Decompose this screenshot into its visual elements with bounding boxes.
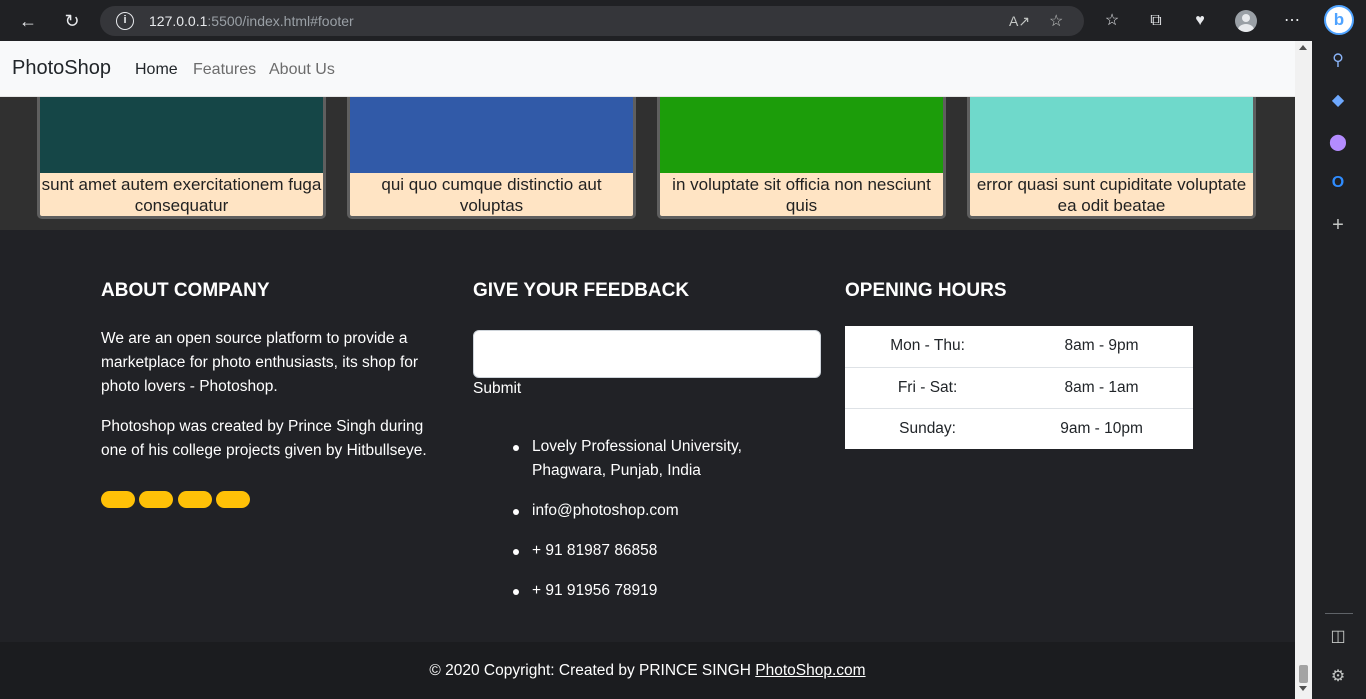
card-row: sunt amet autem exercitationem fuga cons… <box>0 97 1295 230</box>
address-bar[interactable]: i 127.0.0.1:5500/index.html#footer A↗ ☆ <box>100 6 1084 36</box>
contact-address: Lovely Professional University, Phagwara… <box>532 438 742 479</box>
url-text[interactable]: 127.0.0.1:5500/index.html#footer <box>149 13 354 29</box>
scroll-up-arrow-icon[interactable] <box>1299 45 1307 50</box>
photo-card[interactable]: in voluptate sit officia non nesciunt qu… <box>657 97 946 219</box>
about-paragraph: Photoshop was created by Prince Singh du… <box>101 418 427 459</box>
nav-link-features[interactable]: Features <box>193 61 256 79</box>
photo-card[interactable]: qui quo cumque distinctio aut voluptas <box>347 97 636 219</box>
profile-avatar-icon[interactable] <box>1235 10 1257 32</box>
copyright-text: © 2020 Copyright: Created by PRINCE SING… <box>429 662 756 679</box>
outlook-icon[interactable]: O <box>1326 171 1350 195</box>
page-viewport: PhotoShop Home Features About Us sunt am… <box>0 41 1295 699</box>
brand-logo[interactable]: PhotoShop <box>12 57 111 80</box>
office-icon[interactable]: ⬤ <box>1326 131 1350 155</box>
contact-phone: + 91 81987 86858 <box>532 542 658 559</box>
table-row: Sunday: 9am - 10pm <box>845 407 1193 449</box>
card-image <box>660 97 943 173</box>
card-image <box>350 97 633 173</box>
favorites-icon[interactable]: ☆ <box>1100 9 1124 33</box>
hours-day: Fri - Sat: <box>845 366 1011 408</box>
nav-link-home[interactable]: Home <box>135 61 178 79</box>
photo-card[interactable]: error quasi sunt cupiditate voluptate ea… <box>967 97 1256 219</box>
bullet-icon <box>513 509 519 515</box>
reload-icon[interactable]: ↻ <box>59 8 85 34</box>
favorite-star-icon[interactable]: ☆ <box>1049 11 1063 31</box>
settings-gear-icon[interactable]: ⚙ <box>1326 665 1350 689</box>
sidebar-divider <box>1325 613 1353 614</box>
copyright-bar: © 2020 Copyright: Created by PRINCE SING… <box>0 642 1295 699</box>
bullet-icon <box>513 445 519 451</box>
about-paragraph: We are an open source platform to provid… <box>101 330 419 395</box>
back-icon[interactable]: ← <box>15 8 41 34</box>
hours-time: 8am - 9pm <box>1064 337 1139 355</box>
nav-link-about-us[interactable]: About Us <box>269 61 335 79</box>
read-aloud-icon[interactable]: A↗ <box>1009 13 1030 30</box>
submit-button[interactable]: Submit <box>473 380 521 398</box>
hours-table: Mon - Thu: 8am - 9pm Fri - Sat: 8am - 1a… <box>845 326 1193 449</box>
social-button-4[interactable] <box>216 491 250 508</box>
card-image <box>970 97 1253 173</box>
contact-email: info@photoshop.com <box>532 502 679 519</box>
sidebar-toggle-icon[interactable]: ◫ <box>1326 625 1350 649</box>
performance-icon[interactable]: ♥ <box>1188 9 1212 33</box>
table-row: Fri - Sat: 8am - 1am <box>845 366 1193 408</box>
shopping-tag-icon[interactable]: ◆ <box>1326 89 1350 113</box>
url-path: :5500/index.html#footer <box>207 13 354 29</box>
copyright-link[interactable]: PhotoShop.com <box>755 662 865 679</box>
hours-day: Mon - Thu: <box>890 337 965 355</box>
card-caption: sunt amet autem exercitationem fuga cons… <box>40 173 323 216</box>
info-icon[interactable]: i <box>116 12 134 30</box>
about-heading: ABOUT COMPANY <box>101 280 270 301</box>
card-caption: in voluptate sit officia non nesciunt qu… <box>660 173 943 216</box>
feedback-heading: GIVE YOUR FEEDBACK <box>473 280 690 301</box>
hours-time: 8am - 1am <box>1010 366 1193 408</box>
browser-toolbar: ← ↻ i 127.0.0.1:5500/index.html#footer A… <box>0 0 1366 41</box>
add-icon[interactable]: + <box>1326 213 1350 237</box>
page-scrollbar[interactable] <box>1295 41 1312 699</box>
card-caption: error quasi sunt cupiditate voluptate ea… <box>970 173 1253 216</box>
bullet-icon <box>513 549 519 555</box>
search-icon[interactable]: ⚲ <box>1326 49 1350 73</box>
more-menu-icon[interactable]: ⋯ <box>1280 9 1304 33</box>
feedback-input[interactable] <box>473 330 821 378</box>
scroll-thumb[interactable] <box>1299 665 1308 683</box>
site-footer: ABOUT COMPANY We are an open source plat… <box>0 230 1295 642</box>
card-image <box>40 97 323 173</box>
social-button-3[interactable] <box>178 491 212 508</box>
table-row: Mon - Thu: 8am - 9pm <box>845 326 1193 367</box>
hours-time: 9am - 10pm <box>1010 407 1193 449</box>
contact-phone: + 91 91956 78919 <box>532 582 658 599</box>
hours-day: Sunday: <box>845 407 1011 449</box>
site-navbar: PhotoShop Home Features About Us <box>0 41 1295 97</box>
collections-icon[interactable]: ⧉ <box>1144 9 1168 33</box>
bing-copilot-icon[interactable]: b <box>1324 5 1354 35</box>
photo-card[interactable]: sunt amet autem exercitationem fuga cons… <box>37 97 326 219</box>
card-caption: qui quo cumque distinctio aut voluptas <box>350 173 633 216</box>
bullet-icon <box>513 589 519 595</box>
social-button-2[interactable] <box>139 491 173 508</box>
social-button-1[interactable] <box>101 491 135 508</box>
url-host: 127.0.0.1 <box>149 13 208 29</box>
scroll-down-arrow-icon[interactable] <box>1299 686 1307 691</box>
hours-heading: OPENING HOURS <box>845 280 1007 301</box>
browser-sidebar: ⚲ ◆ ⬤ O + ◫ ⚙ <box>1312 41 1366 699</box>
